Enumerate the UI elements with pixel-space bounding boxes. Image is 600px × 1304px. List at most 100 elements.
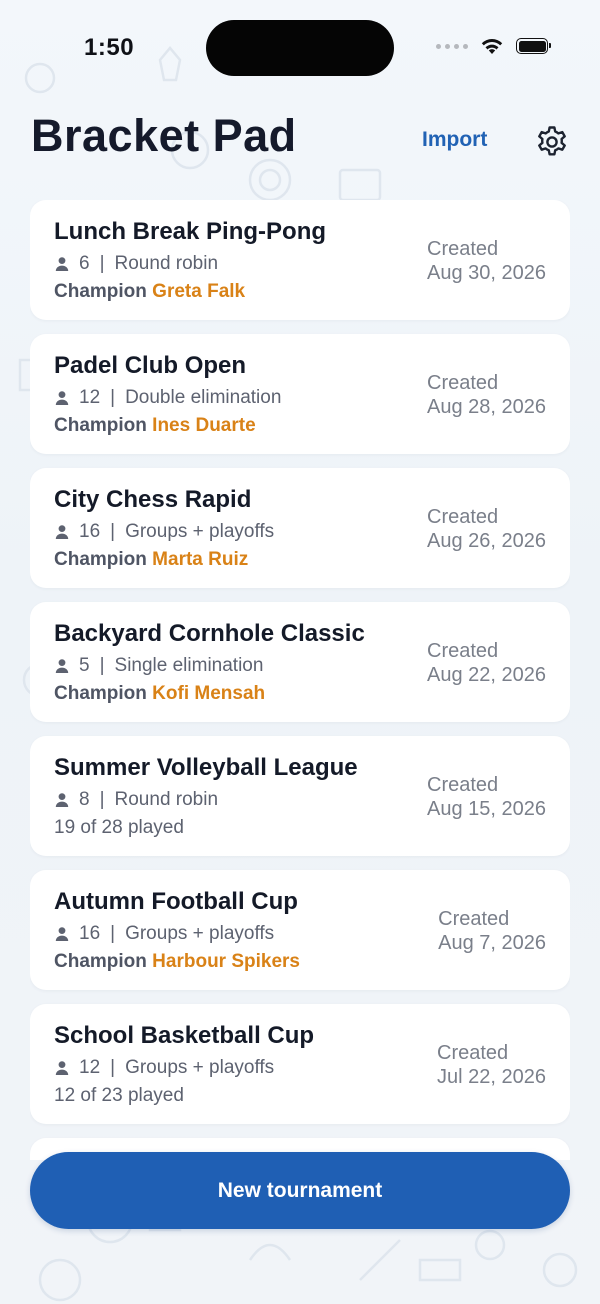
created-label: Created [427,774,499,796]
new-tournament-button[interactable]: New tournament [30,1152,570,1229]
tournament-name: Autumn Football Cup [54,888,298,915]
import-button[interactable]: Import [422,128,487,152]
champion-name: Ines Duarte [152,415,256,436]
tournament-format: Groups + playoffs [125,923,275,944]
progress-text: 19 of 28 played [54,817,184,838]
created-info: Created Aug 15, 2026 [427,773,546,821]
champion-label: Champion [54,281,147,302]
settings-button[interactable] [534,124,570,160]
tournament-name: Summer Volleyball League [54,754,358,781]
created-info: Created Jul 22, 2026 [437,1041,546,1089]
tournament-name: Backyard Cornhole Classic [54,620,365,647]
created-label: Created [427,372,499,394]
tournament-meta: 8 | Round robin [54,789,218,811]
created-label: Created [437,1042,509,1064]
player-count: 16 [79,521,101,542]
tournament-format: Groups + playoffs [125,521,275,542]
tournament-name: Lunch Break Ping-Pong [54,218,327,245]
created-date: Aug 15, 2026 [427,798,546,820]
tournament-format: Round robin [114,253,219,274]
status-icons [436,37,551,55]
created-label: Created [427,506,499,528]
champion-line: Champion Marta Ruiz [54,549,248,571]
champion-name: Greta Falk [152,281,246,302]
meta-separator: | [110,387,116,408]
tournament-format: Double elimination [125,387,282,408]
person-icon [54,658,70,674]
tournament-format: Single elimination [114,655,264,676]
tournament-meta: 6 | Round robin [54,253,218,275]
person-icon [54,1060,70,1076]
tournament-meta: 5 | Single elimination [54,655,263,677]
person-icon [54,524,70,540]
tournament-card[interactable]: Padel Club Open 12 | Double elimination Cham… [30,334,570,454]
person-icon [54,256,70,272]
wifi-icon [481,39,503,54]
tournament-card[interactable]: Autumn Football Cup 16 | Groups + playoffs C… [30,870,570,990]
champion-label: Champion [54,951,147,972]
meta-separator: | [110,521,116,542]
tournament-meta: 16 | Groups + playoffs [54,923,274,945]
person-icon [54,390,70,406]
meta-separator: | [99,253,105,274]
created-label: Created [427,640,499,662]
tournament-card[interactable]: School Basketball Cup 12 | Groups + playoff… [30,1004,570,1124]
person-icon [54,792,70,808]
created-info: Created Aug 26, 2026 [427,505,546,553]
person-icon [54,926,70,942]
tournament-meta: 16 | Groups + playoffs [54,521,274,543]
player-count: 6 [79,253,90,274]
meta-separator: | [110,923,116,944]
champion-line: Champion Kofi Mensah [54,683,265,705]
tournament-meta: 12 | Groups + playoffs [54,1057,274,1079]
header: Bracket Pad Import [0,110,600,180]
champion-label: Champion [54,549,147,570]
tournament-list[interactable]: Lunch Break Ping-Pong 6 | Round robin Champi… [30,200,570,1160]
tournament-format: Round robin [114,789,219,810]
meta-separator: | [110,1057,116,1078]
created-info: Created Aug 28, 2026 [427,371,546,419]
created-label: Created [438,908,510,930]
status-bar: 1:50 [0,0,600,96]
champion-name: Kofi Mensah [152,683,266,704]
progress-text: 12 of 23 played [54,1085,184,1106]
champion-line: Champion Harbour Spikers [54,951,300,973]
created-label: Created [427,238,499,260]
tournament-name: City Chess Rapid [54,486,252,513]
created-date: Aug 7, 2026 [438,932,546,954]
created-date: Jul 22, 2026 [437,1066,546,1088]
meta-separator: | [99,655,105,676]
page-title: Bracket Pad [31,110,297,161]
battery-icon [516,38,551,54]
player-count: 8 [79,789,90,810]
champion-line: Champion Ines Duarte [54,415,256,437]
champion-label: Champion [54,415,147,436]
created-date: Aug 28, 2026 [427,396,546,418]
champion-line: Champion Greta Falk [54,281,245,303]
tournament-format: Groups + playoffs [125,1057,275,1078]
cellular-icon [436,43,468,49]
created-info: Created Aug 7, 2026 [438,907,546,955]
created-date: Aug 30, 2026 [427,262,546,284]
player-count: 16 [79,923,101,944]
created-date: Aug 22, 2026 [427,664,546,686]
player-count: 5 [79,655,90,676]
status-time: 1:50 [84,34,135,61]
champion-label: Champion [54,683,147,704]
tournament-card[interactable]: Backyard Cornhole Classic 5 | Single elimin… [30,602,570,722]
meta-separator: | [99,789,105,810]
tournament-meta: 12 | Double elimination [54,387,281,409]
champion-name: Marta Ruiz [152,549,249,570]
champion-name: Harbour Spikers [152,951,300,972]
player-count: 12 [79,387,101,408]
gear-icon [538,126,566,156]
created-date: Aug 26, 2026 [427,530,546,552]
tournament-card[interactable]: Lunch Break Ping-Pong 6 | Round robin Champi… [30,200,570,320]
dynamic-island [206,20,394,76]
created-info: Created Aug 22, 2026 [427,639,546,687]
tournament-name: School Basketball Cup [54,1022,315,1049]
tournament-card[interactable]: Summer Volleyball League 8 | Round robin 19 … [30,736,570,856]
tournament-name: Padel Club Open [54,352,247,379]
created-info: Created Aug 30, 2026 [427,237,546,285]
tournament-card[interactable]: City Chess Rapid 16 | Groups + playoffs Cham… [30,468,570,588]
